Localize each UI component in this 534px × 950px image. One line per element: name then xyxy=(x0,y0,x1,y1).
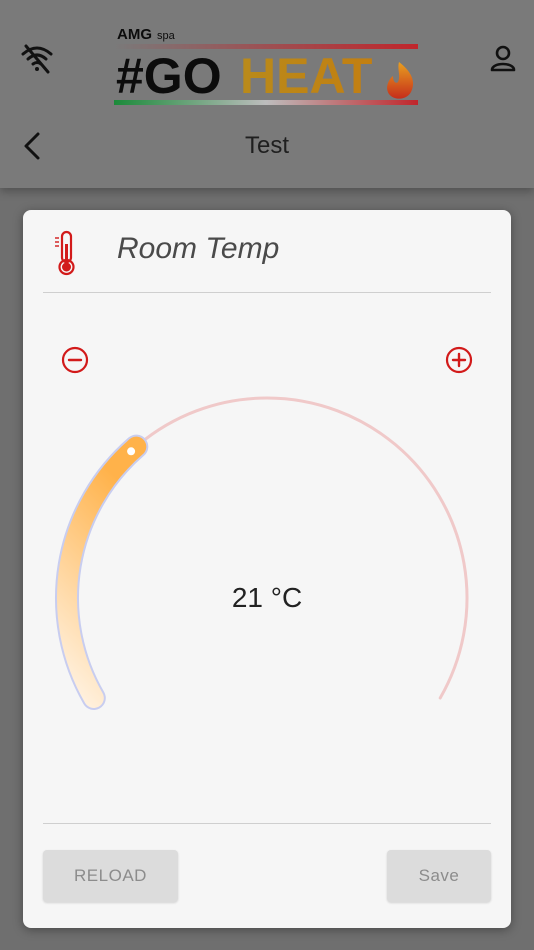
logo-hash-go: #GO xyxy=(116,48,222,104)
top-divider xyxy=(43,292,491,293)
temperature-readout: 21 °C xyxy=(231,582,303,613)
logo-heat: HEAT xyxy=(240,48,372,104)
save-button[interactable]: Save xyxy=(387,850,491,902)
dial-knob xyxy=(127,447,136,456)
app-header: AMG spa #GO HEAT Test xyxy=(0,0,534,188)
bottom-divider xyxy=(43,823,491,824)
user-icon[interactable] xyxy=(488,44,518,74)
flame-icon xyxy=(387,62,414,99)
card-title: Room Temp xyxy=(117,232,280,265)
gohheat-logo: AMG spa #GO HEAT xyxy=(114,26,418,105)
page-title: Test xyxy=(244,132,289,159)
temperature-dial[interactable] xyxy=(23,360,511,780)
wifi-off-icon[interactable] xyxy=(20,42,54,74)
dial-fill xyxy=(57,436,147,708)
logo-company: AMG xyxy=(117,26,152,43)
thermometer-icon xyxy=(55,230,75,276)
thermostat-card: Room Temp 21 °C RELOAD Save xyxy=(23,210,511,928)
logo-suffix: spa xyxy=(157,30,176,42)
reload-button[interactable]: RELOAD xyxy=(43,850,178,902)
